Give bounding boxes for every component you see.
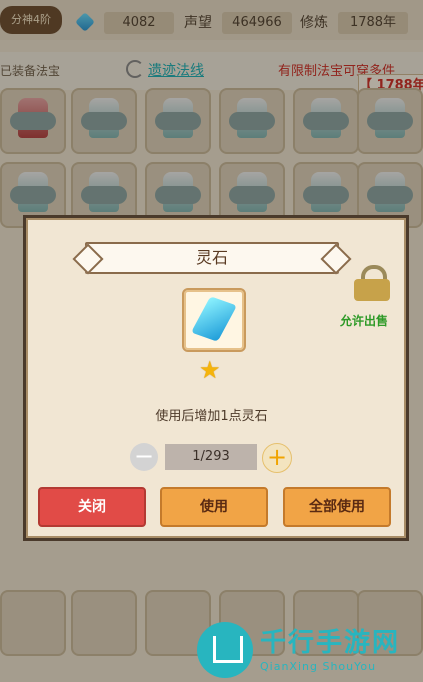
watermark-logo <box>197 622 253 678</box>
spirit-stone-icon <box>191 296 237 342</box>
use-all-button[interactable]: 全部使用 <box>283 487 391 527</box>
watermark: 千行手游网 QianXing ShouYou <box>197 622 423 680</box>
item-preview <box>182 288 246 352</box>
watermark-title: 千行手游网 <box>260 628 401 658</box>
use-button[interactable]: 使用 <box>160 487 268 527</box>
star-icon: ★ <box>199 356 221 384</box>
dialog-title-ribbon: 灵石 <box>85 242 339 274</box>
dialog-title: 灵石 <box>195 248 228 267</box>
lock-icon[interactable] <box>354 265 390 301</box>
watermark-subtitle: QianXing ShouYou <box>260 660 377 673</box>
house-icon <box>213 636 243 663</box>
quantity-display[interactable]: 1/293 <box>165 444 257 470</box>
allow-sell-label: 允许出售 <box>340 314 389 328</box>
close-button[interactable]: 关闭 <box>38 487 146 527</box>
lock-body <box>354 279 390 301</box>
decrease-button[interactable]: − <box>130 443 158 471</box>
increase-button[interactable]: + <box>262 443 292 473</box>
item-description: 使用后增加1点灵石 <box>155 409 268 424</box>
